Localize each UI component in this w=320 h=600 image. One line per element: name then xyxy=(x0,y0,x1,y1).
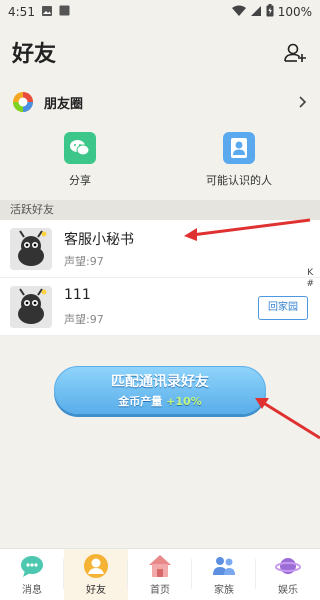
family-icon xyxy=(213,557,235,575)
arrow-to-match-button xyxy=(261,400,320,440)
tab-home[interactable]: 首页 xyxy=(128,549,192,600)
arrow-to-customer-service xyxy=(191,218,311,237)
house-icon xyxy=(149,555,171,577)
tab-label: 好友 xyxy=(86,585,106,596)
tab-friends[interactable]: 好友 xyxy=(64,549,128,600)
friend-smile-icon xyxy=(84,554,108,578)
tab-label: 首页 xyxy=(150,585,170,596)
chat-bubble-icon xyxy=(21,556,43,577)
tab-entertainment[interactable]: 娱乐 xyxy=(256,549,320,600)
planet-icon xyxy=(275,558,301,574)
tab-label: 娱乐 xyxy=(278,585,298,596)
tab-label: 家族 xyxy=(214,585,234,596)
tab-family[interactable]: 家族 xyxy=(192,549,256,600)
tab-label: 消息 xyxy=(22,585,42,596)
bottom-tab-bar: 消息 好友 首页 家族 娱乐 xyxy=(0,548,320,600)
annotation-arrows xyxy=(184,218,320,440)
arrow-head xyxy=(184,228,197,241)
tab-messages[interactable]: 消息 xyxy=(0,549,64,600)
